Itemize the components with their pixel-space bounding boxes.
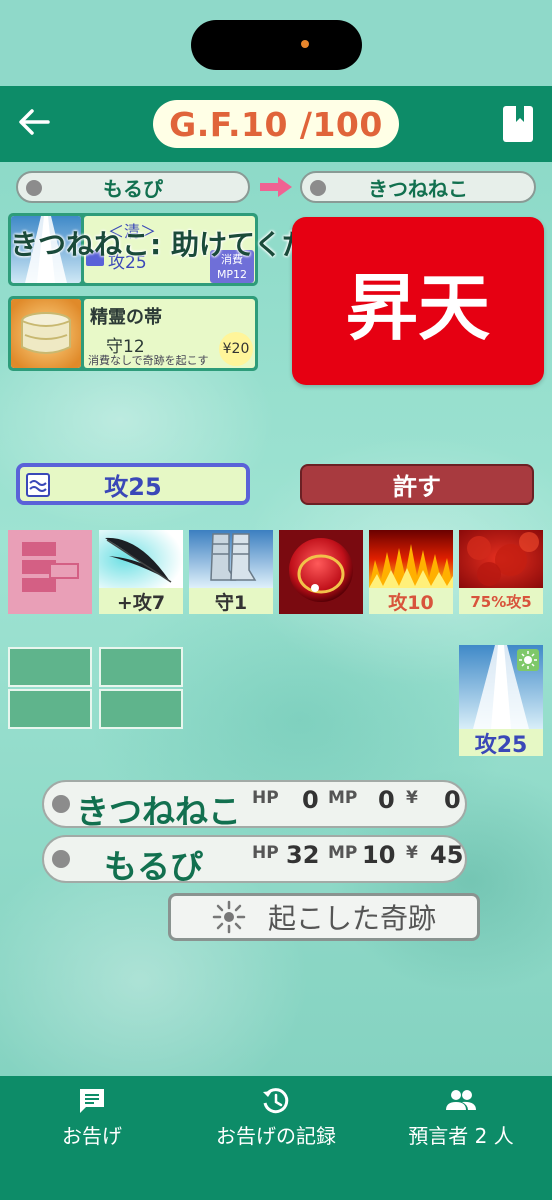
player-dot xyxy=(52,850,70,868)
arrow-right-icon xyxy=(260,177,292,197)
sparkle-icon xyxy=(212,900,246,934)
nav-oracle[interactable]: お告げ xyxy=(42,1086,142,1149)
hp-value: 0 xyxy=(302,786,319,814)
player-dot xyxy=(26,180,42,196)
red-orb-icon[interactable] xyxy=(279,530,363,614)
miracles-label: 起こした奇跡 xyxy=(267,902,436,935)
card-description: 消費なしで奇跡を起こす xyxy=(88,354,209,367)
nav-label: お告げの記録 xyxy=(216,1124,336,1148)
people-icon xyxy=(446,1090,476,1110)
player-status-row[interactable]: きつねねこ HP 0 MP 0 ¥ 0 xyxy=(42,780,467,831)
ascend-button[interactable]: 昇天 xyxy=(292,217,544,385)
yen-value: 45 xyxy=(430,841,464,869)
forgive-button[interactable]: 許す xyxy=(300,464,534,505)
player-dot xyxy=(310,180,326,196)
item-tile-cloud[interactable]: 75%攻5 xyxy=(459,530,543,614)
item-label: 攻10 xyxy=(369,588,453,614)
bookmark-icon[interactable] xyxy=(502,104,534,144)
player-status-row[interactable]: もるぴ HP 32 MP 10 ¥ 45 xyxy=(42,835,467,886)
nav-label: 預言者 2 人 xyxy=(408,1124,514,1148)
item-label: 75%攻5 xyxy=(459,588,543,614)
from-player-pill[interactable]: もるぴ xyxy=(16,171,250,203)
nav-oracle-history[interactable]: お告げの記録 xyxy=(198,1086,354,1149)
page-title: G.F.10 /100 xyxy=(153,100,399,148)
spirit-belt-icon xyxy=(11,299,81,368)
to-player-pill[interactable]: きつねねこ xyxy=(300,171,536,203)
mp-value: 0 xyxy=(378,786,395,814)
card-stack-icon[interactable] xyxy=(8,530,92,614)
yen-value: 0 xyxy=(444,786,461,814)
message-icon xyxy=(80,1089,104,1113)
item-label: +攻7 xyxy=(99,588,183,614)
from-player-name: もるぴ xyxy=(103,176,163,201)
empty-slot[interactable] xyxy=(99,689,183,729)
boots-icon xyxy=(189,530,273,588)
player-name: もるぴ xyxy=(104,847,203,886)
card-name: 精霊の帯 xyxy=(90,307,162,328)
empty-slot[interactable] xyxy=(99,647,183,687)
item-tile-boots[interactable]: 守1 xyxy=(189,530,273,614)
item-label: 守1 xyxy=(189,588,273,614)
mp-value: 10 xyxy=(362,841,396,869)
item-label: 攻25 xyxy=(459,729,543,758)
red-cloud-icon xyxy=(459,530,543,588)
to-player-name: きつねねこ xyxy=(368,176,468,201)
fire-icon xyxy=(369,530,453,588)
history-icon xyxy=(263,1088,289,1114)
hp-value: 32 xyxy=(286,841,320,869)
attack-value: 攻25 xyxy=(104,472,162,501)
arrow-left-icon[interactable] xyxy=(14,102,54,142)
item-tile-fire[interactable]: 攻10 xyxy=(369,530,453,614)
wave-icon xyxy=(26,473,50,497)
price-badge: ¥20 xyxy=(219,332,253,366)
nav-prophets[interactable]: 預言者 2 人 xyxy=(396,1086,526,1149)
player-name: きつねねこ xyxy=(76,792,241,831)
empty-slot[interactable] xyxy=(8,689,92,729)
player-dot xyxy=(52,795,70,813)
dynamic-island xyxy=(191,20,362,70)
camera-indicator xyxy=(301,40,309,48)
item-tile-feather[interactable]: +攻7 xyxy=(99,530,183,614)
black-feather-icon xyxy=(99,530,183,588)
item-card[interactable]: 精霊の帯 守12 消費なしで奇跡を起こす ¥20 xyxy=(8,296,258,371)
attack-total: 攻25 xyxy=(16,463,250,505)
nav-label: お告げ xyxy=(62,1124,122,1148)
item-tile-light[interactable]: 攻25 xyxy=(459,645,543,758)
empty-slot[interactable] xyxy=(8,647,92,687)
light-beam-icon xyxy=(459,645,543,729)
miracles-button[interactable]: 起こした奇跡 xyxy=(168,893,480,941)
